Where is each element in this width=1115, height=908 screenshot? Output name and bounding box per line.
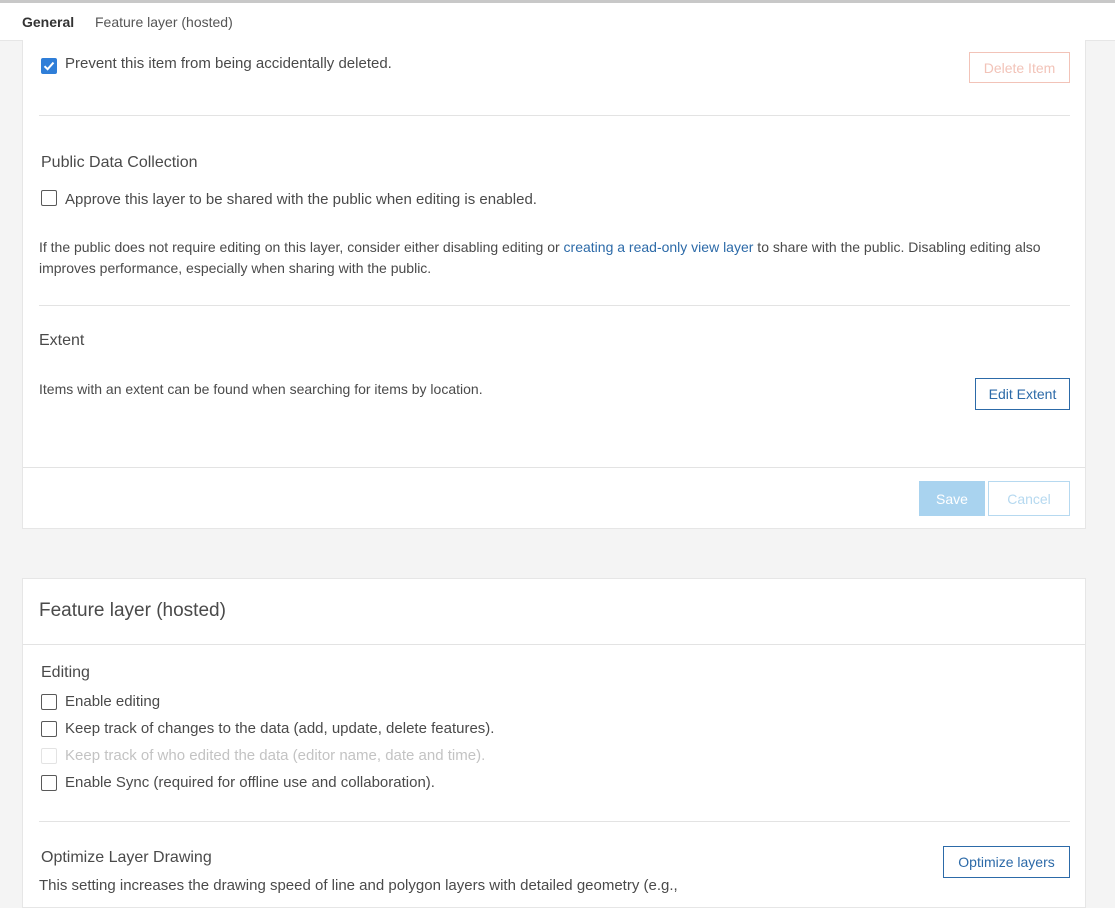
editing-heading: Editing [41, 664, 90, 681]
read-only-view-link[interactable]: creating a read-only view layer [564, 239, 754, 255]
divider [23, 467, 1085, 468]
track-changes-label: Keep track of changes to the data (add, … [65, 720, 495, 737]
public-data-heading: Public Data Collection [41, 154, 198, 171]
prevent-delete-checkbox[interactable] [41, 58, 57, 74]
tab-feature-layer[interactable]: Feature layer (hosted) [95, 14, 233, 30]
enable-editing-checkbox[interactable] [41, 694, 57, 710]
cancel-button[interactable]: Cancel [988, 481, 1070, 516]
approve-public-checkbox[interactable] [41, 190, 57, 206]
enable-editing-label: Enable editing [65, 693, 161, 710]
enable-sync-label: Enable Sync (required for offline use an… [65, 774, 435, 791]
save-button[interactable]: Save [919, 481, 985, 516]
divider [39, 305, 1070, 306]
feature-layer-title: Feature layer (hosted) [39, 600, 226, 621]
general-settings-panel: Prevent this item from being accidentall… [22, 40, 1086, 529]
prevent-delete-label: Prevent this item from being accidentall… [65, 55, 392, 72]
note-text-before: If the public does not require editing o… [39, 239, 564, 255]
divider [23, 644, 1085, 645]
approve-public-label: Approve this layer to be shared with the… [65, 191, 537, 208]
tab-general[interactable]: General [22, 14, 74, 30]
track-changes-checkbox[interactable] [41, 721, 57, 737]
optimize-layers-button[interactable]: Optimize layers [943, 846, 1070, 878]
checkmark-icon [43, 61, 55, 71]
extent-description: Items with an extent can be found when s… [39, 381, 483, 397]
top-tab-bar: General Feature layer (hosted) [0, 0, 1115, 41]
divider [39, 821, 1070, 822]
track-editors-label: Keep track of who edited the data (edito… [65, 747, 486, 764]
edit-extent-button[interactable]: Edit Extent [975, 378, 1070, 410]
optimize-description: This setting increases the drawing speed… [39, 877, 678, 894]
track-editors-checkbox[interactable] [41, 748, 57, 764]
optimize-heading: Optimize Layer Drawing [41, 849, 212, 866]
public-data-note: If the public does not require editing o… [39, 237, 1069, 279]
enable-sync-checkbox[interactable] [41, 775, 57, 791]
feature-layer-panel: Feature layer (hosted) Editing Enable ed… [22, 578, 1086, 908]
extent-heading: Extent [39, 332, 85, 349]
delete-item-button[interactable]: Delete Item [969, 52, 1070, 83]
divider [39, 115, 1070, 116]
